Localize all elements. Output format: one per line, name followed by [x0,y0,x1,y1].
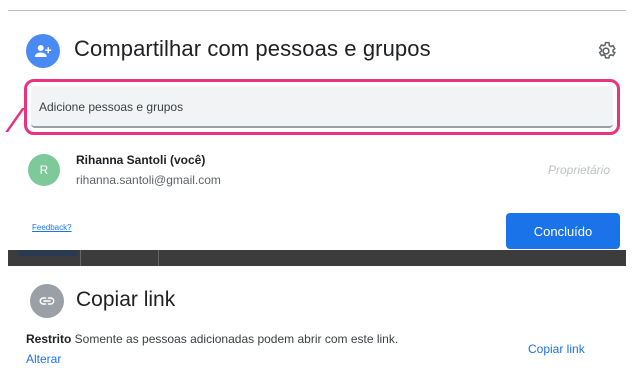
person-role: Proprietário [547,163,610,177]
add-people-field[interactable] [31,86,613,128]
share-header: Compartilhar com pessoas e grupos [26,34,616,68]
add-people-input[interactable] [37,94,541,120]
add-people-field-highlight [24,79,620,135]
link-icon [30,284,64,318]
copy-link-button[interactable]: Copiar link [528,342,585,356]
restriction-description: Restrito Somente as pessoas adicionadas … [26,332,398,346]
add-person-icon [26,34,60,68]
restriction-text: Somente as pessoas adicionadas podem abr… [71,332,399,346]
avatar: R [28,154,60,186]
restriction-label: Restrito [26,332,72,346]
person-row: R Rihanna Santoli (você) rihanna.santoli… [26,151,616,195]
feedback-link[interactable]: Feedback? [32,223,72,232]
background-strip [8,250,626,266]
person-email: rihanna.santoli@gmail.com [76,173,221,187]
share-dialog: Compartilhar com pessoas e grupos R Riha… [8,10,626,251]
copy-link-title: Copiar link [76,288,176,311]
change-access-link[interactable]: Alterar [26,352,61,366]
gear-icon[interactable] [596,41,616,61]
person-name: Rihanna Santoli (você) [76,153,206,167]
done-button[interactable]: Concluído [506,213,620,249]
copy-link-panel: Copiar link Restrito Somente as pessoas … [8,266,626,378]
share-title: Compartilhar com pessoas e grupos [74,36,431,61]
